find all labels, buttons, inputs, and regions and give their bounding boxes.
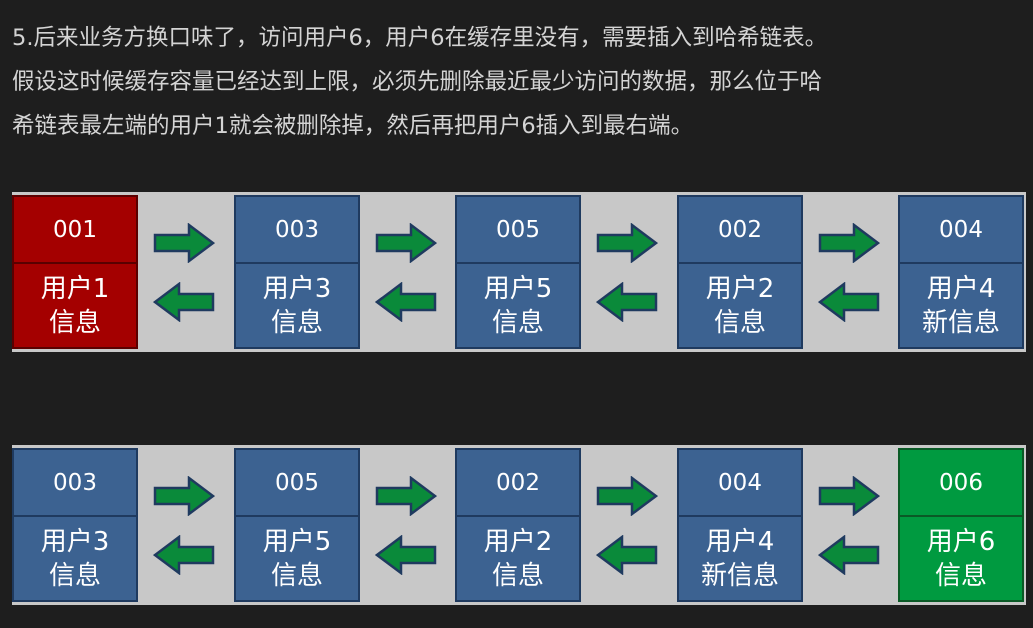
node-value: 用户4 新信息 — [900, 264, 1022, 347]
node-value-info: 信息 — [270, 307, 323, 338]
node-value-info: 新信息 — [700, 560, 779, 591]
node-key: 003 — [236, 197, 358, 264]
left-arrow-icon — [596, 535, 658, 575]
node-value: 用户4 新信息 — [679, 517, 801, 600]
left-arrow-icon — [375, 535, 437, 575]
left-arrow-icon — [375, 282, 437, 322]
node-value: 用户2 信息 — [457, 517, 579, 600]
node-key: 003 — [14, 450, 136, 517]
node-value-info: 信息 — [491, 560, 544, 591]
node-value-user: 用户2 — [705, 273, 775, 304]
node-value: 用户5 信息 — [457, 264, 579, 347]
right-arrow-icon — [818, 223, 880, 263]
paragraph-line-2: 假设这时候缓存容量已经达到上限，必须先删除最近最少访问的数据，那么位于哈 — [12, 69, 823, 95]
node-value-user: 用户3 — [262, 273, 332, 304]
node-key: 004 — [900, 197, 1022, 264]
node-key: 001 — [14, 197, 136, 264]
list-node-003: 003 用户3 信息 — [234, 195, 360, 349]
node-key: 005 — [236, 450, 358, 517]
list-node-004: 004 用户4 新信息 — [677, 448, 803, 602]
right-arrow-icon — [818, 476, 880, 516]
left-arrow-icon — [818, 282, 880, 322]
node-value-info: 信息 — [48, 307, 101, 338]
node-value: 用户2 信息 — [679, 264, 801, 347]
right-arrow-icon — [153, 476, 215, 516]
node-value-info: 信息 — [934, 560, 987, 591]
list-node-002: 002 用户2 信息 — [677, 195, 803, 349]
paragraph-line-1: 5.后来业务方换口味了，访问用户6，用户6在缓存里没有，需要插入到哈希链表。 — [12, 25, 828, 51]
node-value-info: 信息 — [713, 307, 766, 338]
node-value-user: 用户3 — [40, 526, 110, 557]
list-node-005: 005 用户5 信息 — [234, 448, 360, 602]
left-arrow-icon — [596, 282, 658, 322]
paragraph-line-3: 希链表最左端的用户1就会被删除掉，然后再把用户6插入到最右端。 — [12, 113, 694, 139]
list-node-006: 006 用户6 信息 — [898, 448, 1024, 602]
node-value: 用户5 信息 — [236, 517, 358, 600]
list-node-002: 002 用户2 信息 — [455, 448, 581, 602]
left-arrow-icon — [153, 535, 215, 575]
right-arrow-icon — [375, 476, 437, 516]
node-value: 用户6 信息 — [900, 517, 1022, 600]
hash-linked-list-after: 003 用户3 信息 005 用户5 信息 002 用户2 信息 004 用户4 新信息 006 用户6 信… — [12, 445, 1026, 605]
node-value: 用户3 信息 — [14, 517, 136, 600]
left-arrow-icon — [153, 282, 215, 322]
right-arrow-icon — [153, 223, 215, 263]
description-paragraph: 5.后来业务方换口味了，访问用户6，用户6在缓存里没有，需要插入到哈希链表。 假… — [12, 16, 1028, 148]
list-node-003: 003 用户3 信息 — [12, 448, 138, 602]
hash-linked-list-before: 001 用户1 信息 003 用户3 信息 005 用户5 信息 002 用户2 信息 004 用户4 新信… — [12, 192, 1026, 352]
right-arrow-icon — [375, 223, 437, 263]
list-node-005: 005 用户5 信息 — [455, 195, 581, 349]
node-value-user: 用户4 — [926, 273, 996, 304]
node-value-user: 用户5 — [483, 273, 553, 304]
node-value-user: 用户2 — [483, 526, 553, 557]
node-value-info: 信息 — [491, 307, 544, 338]
node-value-user: 用户1 — [40, 273, 110, 304]
node-value-info: 信息 — [48, 560, 101, 591]
node-key: 004 — [679, 450, 801, 517]
node-value: 用户1 信息 — [14, 264, 136, 347]
node-key: 002 — [457, 450, 579, 517]
right-arrow-icon — [596, 476, 658, 516]
list-node-004: 004 用户4 新信息 — [898, 195, 1024, 349]
left-arrow-icon — [818, 535, 880, 575]
node-value: 用户3 信息 — [236, 264, 358, 347]
node-key: 006 — [900, 450, 1022, 517]
node-key: 002 — [679, 197, 801, 264]
right-arrow-icon — [596, 223, 658, 263]
node-key: 005 — [457, 197, 579, 264]
node-value-user: 用户4 — [705, 526, 775, 557]
node-value-info: 新信息 — [921, 307, 1000, 338]
list-node-001: 001 用户1 信息 — [12, 195, 138, 349]
node-value-user: 用户6 — [926, 526, 996, 557]
node-value-info: 信息 — [270, 560, 323, 591]
node-value-user: 用户5 — [262, 526, 332, 557]
